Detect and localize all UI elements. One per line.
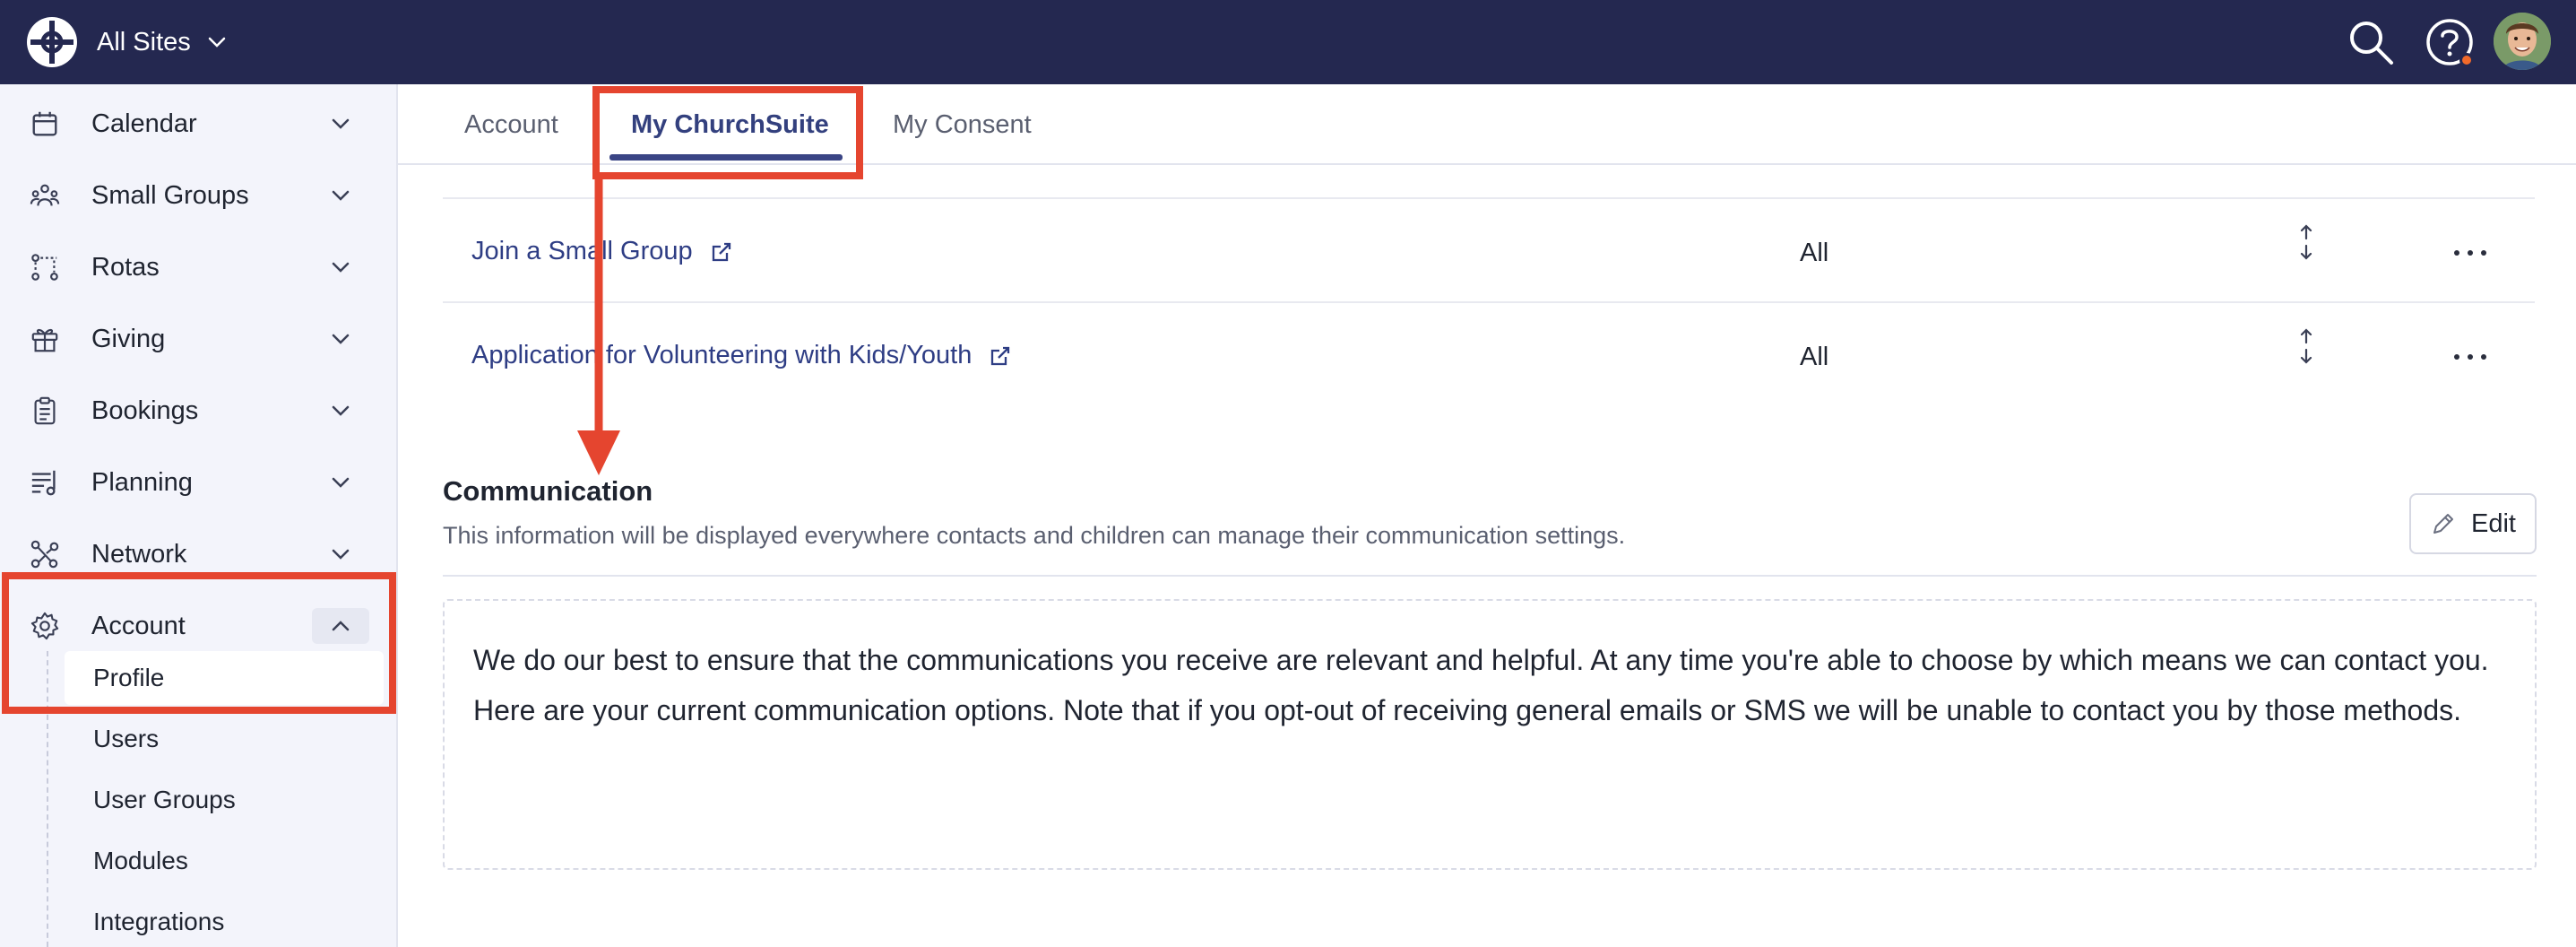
- more-options-icon[interactable]: [2454, 348, 2486, 366]
- chevron-down-icon[interactable]: [324, 323, 357, 355]
- communication-info-box: We do our best to ensure that the commun…: [443, 599, 2537, 870]
- list-item-title: Join a Small Group: [471, 237, 693, 265]
- chevron-down-icon: [208, 37, 226, 48]
- drag-sort-icon[interactable]: [2295, 222, 2318, 262]
- communication-body: We do our best to ensure that the commun…: [473, 644, 2489, 726]
- sidebar-item-planning[interactable]: Planning: [0, 450, 398, 515]
- list-item-link[interactable]: Application for Volunteering with Kids/Y…: [471, 341, 1013, 370]
- notification-badge: [2459, 53, 2474, 67]
- sidebar-subitem-user-groups[interactable]: User Groups: [93, 778, 236, 821]
- site-switcher-label: All Sites: [97, 27, 191, 56]
- chevron-down-icon[interactable]: [324, 538, 357, 570]
- rotas-icon: [29, 251, 61, 283]
- sidebar-item-label: Small Groups: [91, 180, 249, 210]
- sidebar-item-label: Giving: [91, 324, 166, 353]
- sidebar-subitem-users[interactable]: Users: [93, 717, 159, 760]
- tab-bar: Account My ChurchSuite My Consent: [398, 84, 2576, 165]
- tab-account[interactable]: Account: [464, 84, 558, 165]
- submenu-rail: [47, 651, 48, 947]
- sidebar-item-calendar[interactable]: Calendar: [0, 91, 398, 156]
- chevron-down-icon[interactable]: [324, 466, 357, 499]
- gear-icon: [29, 610, 61, 642]
- search-icon[interactable]: [2345, 16, 2397, 68]
- network-icon: [29, 538, 61, 570]
- drag-sort-icon[interactable]: [2295, 326, 2318, 366]
- chevron-down-icon[interactable]: [324, 179, 357, 212]
- sidebar-item-label: Account: [91, 611, 186, 640]
- sidebar-item-label: Planning: [91, 467, 193, 497]
- chevron-down-icon[interactable]: [324, 108, 357, 140]
- section-title: Communication: [443, 475, 653, 507]
- sidebar-item-label: Bookings: [91, 395, 199, 425]
- calendar-icon: [29, 108, 61, 140]
- external-link-icon: [712, 242, 730, 261]
- logo-icon[interactable]: [25, 15, 79, 69]
- planning-icon: [29, 466, 61, 499]
- edit-button[interactable]: Edit: [2409, 493, 2537, 554]
- gift-icon: [29, 323, 61, 355]
- sidebar-item-network[interactable]: Network: [0, 522, 398, 586]
- sidebar: Calendar Small Groups Rotas Giving Booki…: [0, 84, 398, 947]
- audience-cell: All: [1800, 239, 1829, 267]
- row-divider: [443, 301, 2535, 303]
- people-icon: [29, 179, 61, 212]
- more-options-icon[interactable]: [2454, 244, 2486, 262]
- top-bar: All Sites: [0, 0, 2576, 84]
- sidebar-item-label: Calendar: [91, 109, 197, 138]
- active-tab-indicator: [609, 154, 843, 161]
- section-divider: [443, 575, 2537, 577]
- sidebar-item-small-groups[interactable]: Small Groups: [0, 163, 398, 228]
- clipboard-icon: [29, 395, 61, 427]
- sidebar-item-label: Rotas: [91, 252, 160, 282]
- list-item-title: Application for Volunteering with Kids/Y…: [471, 341, 972, 369]
- audience-cell: All: [1800, 343, 1829, 371]
- chevron-up-icon[interactable]: [312, 608, 369, 644]
- sidebar-item-bookings[interactable]: Bookings: [0, 378, 398, 443]
- chevron-down-icon[interactable]: [324, 251, 357, 283]
- sidebar-item-account[interactable]: Account: [0, 594, 398, 658]
- sidebar-item-rotas[interactable]: Rotas: [0, 235, 398, 300]
- site-switcher[interactable]: All Sites: [97, 23, 229, 61]
- edit-button-label: Edit: [2471, 508, 2516, 538]
- section-subtitle: This information will be displayed every…: [443, 522, 1626, 549]
- sidebar-item-label: Network: [91, 539, 187, 569]
- external-link-icon: [991, 346, 1010, 365]
- sidebar-subitem-modules[interactable]: Modules: [93, 839, 188, 882]
- sidebar-item-giving[interactable]: Giving: [0, 307, 398, 371]
- list-item-link[interactable]: Join a Small Group: [471, 237, 734, 266]
- tab-my-consent[interactable]: My Consent: [893, 84, 1032, 165]
- avatar[interactable]: [2494, 13, 2551, 70]
- pencil-icon: [2433, 514, 2453, 534]
- sidebar-subitem-integrations[interactable]: Integrations: [93, 900, 224, 943]
- sidebar-subitem-profile[interactable]: Profile: [65, 651, 384, 705]
- chevron-down-icon[interactable]: [324, 395, 357, 427]
- row-divider: [443, 197, 2535, 199]
- tab-my-churchsuite[interactable]: My ChurchSuite: [631, 84, 829, 165]
